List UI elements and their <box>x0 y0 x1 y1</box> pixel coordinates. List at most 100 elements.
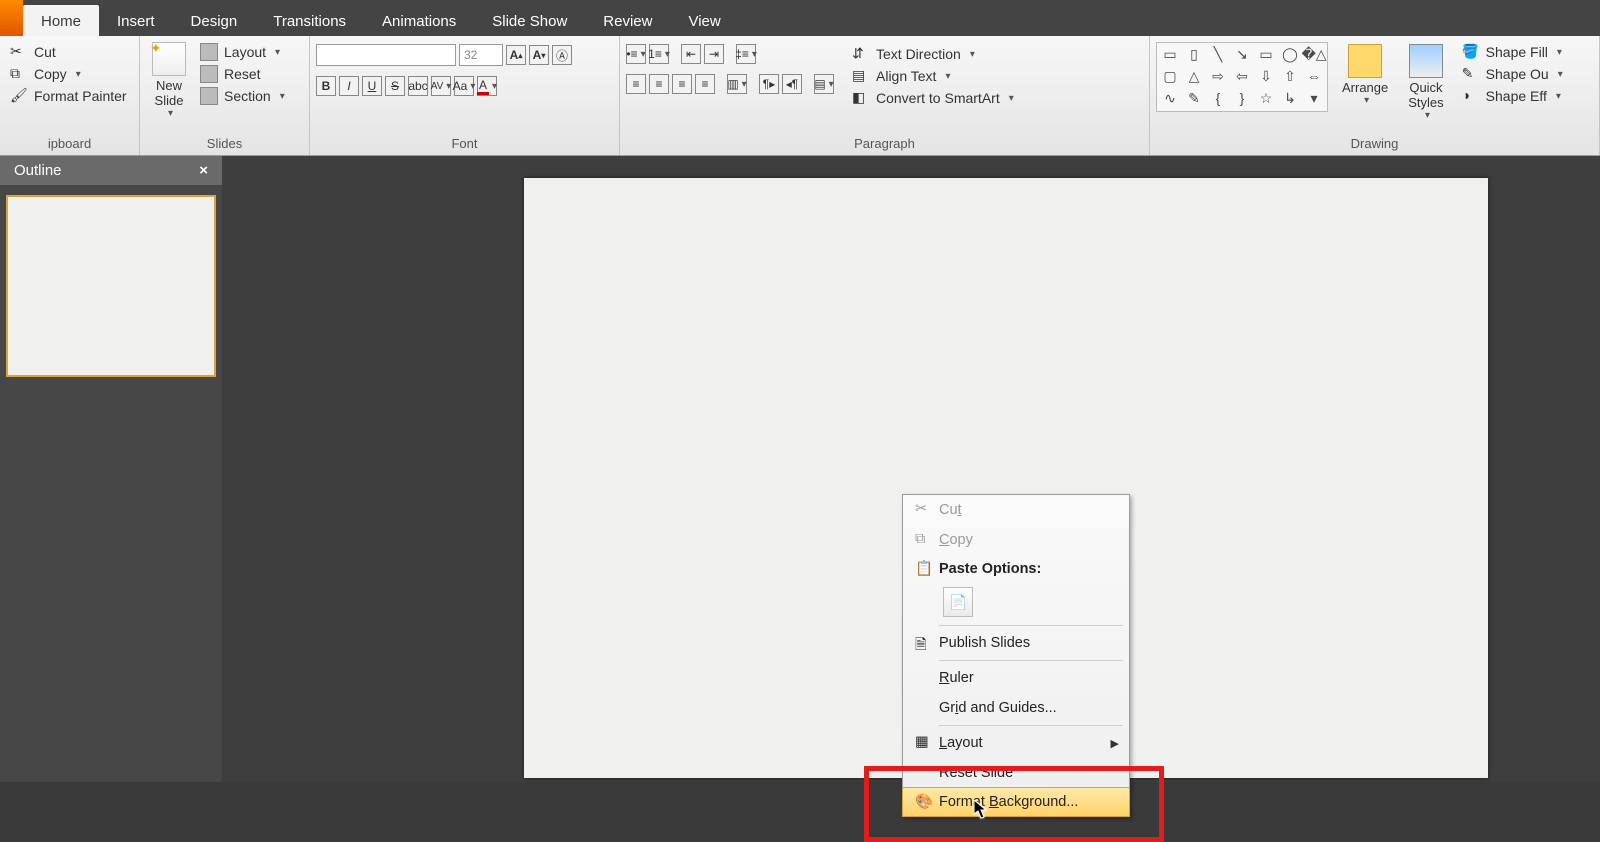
cut-label: Cut <box>34 44 56 60</box>
format-painter-button[interactable]: 🖌 Format Painter <box>6 86 131 106</box>
copy-button[interactable]: ⧉ Copy <box>6 64 131 84</box>
submenu-arrow-icon: ▶ <box>1111 737 1119 750</box>
shape-star-icon[interactable]: ☆ <box>1255 89 1277 107</box>
strike-button[interactable]: S <box>385 76 405 96</box>
align-vert-button[interactable]: ▤ <box>814 74 834 94</box>
decrease-indent-button[interactable]: ⇤ <box>681 44 701 64</box>
shape-larrow-icon[interactable]: ⇦ <box>1231 67 1253 85</box>
grow-font-button[interactable]: A▴ <box>506 45 526 65</box>
shape-brace-icon[interactable]: { <box>1207 89 1229 107</box>
shape-connector-icon[interactable]: ↳ <box>1279 89 1301 107</box>
ctx-grid-guides[interactable]: Grid and Guides... <box>903 693 1129 723</box>
change-case-button[interactable]: Aa <box>454 76 474 96</box>
line-spacing-button[interactable]: ‡≡ <box>736 44 756 64</box>
tab-transitions[interactable]: Transitions <box>255 5 364 36</box>
context-menu: ✂ Cut ⧉ Copy 📋 Paste Options: 📄 🗎 Publis… <box>902 494 1130 817</box>
shape-more2-icon[interactable]: ⇔ <box>1303 67 1325 85</box>
pen-icon: ✎ <box>1462 65 1480 83</box>
ctx-ruler[interactable]: Ruler <box>903 663 1129 693</box>
shape-triangle-icon[interactable]: △ <box>1183 67 1205 85</box>
section-button[interactable]: Section <box>196 86 289 106</box>
group-font: A▴ A▾ Ⓐ B I U S abc AV Aa A Font <box>310 36 620 155</box>
new-slide-label: New Slide <box>155 78 184 108</box>
tab-design[interactable]: Design <box>173 5 256 36</box>
shape-more1-icon[interactable]: �△ <box>1303 45 1325 63</box>
shadow-button[interactable]: abc <box>408 76 428 96</box>
ctx-reset-slide[interactable]: Reset Slide <box>903 758 1129 788</box>
align-left-button[interactable]: ≡ <box>626 74 646 94</box>
font-size-combo[interactable] <box>459 44 503 66</box>
workspace: Outline × ✂ Cut ⧉ Copy 📋 Paste Options: … <box>0 156 1600 782</box>
shape-free-icon[interactable]: ✎ <box>1183 89 1205 107</box>
tab-slideshow[interactable]: Slide Show <box>474 5 585 36</box>
justify-button[interactable]: ≡ <box>695 74 715 94</box>
align-center-button[interactable]: ≡ <box>649 74 669 94</box>
shape-roundrect-icon[interactable]: ▢ <box>1159 67 1181 85</box>
slide-thumbnail-1[interactable] <box>6 195 216 377</box>
convert-smartart-button[interactable]: ◧ Convert to SmartArt <box>848 88 1018 108</box>
bullets-button[interactable]: •≡ <box>626 44 646 64</box>
smartart-icon: ◧ <box>852 89 870 107</box>
ctx-paste-options-label: Paste Options: <box>939 561 1119 577</box>
shape-textbox-icon[interactable]: ▭ <box>1159 45 1181 63</box>
cut-button[interactable]: ✂ Cut <box>6 42 131 62</box>
numbering-button[interactable]: 1≡ <box>649 44 669 64</box>
ltr-button[interactable]: ¶▸ <box>759 74 779 94</box>
shrink-font-button[interactable]: A▾ <box>529 45 549 65</box>
shape-rarrow-icon[interactable]: ⇨ <box>1207 67 1229 85</box>
shape-outline-button[interactable]: ✎ Shape Ou <box>1458 64 1567 84</box>
shape-uarrow-icon[interactable]: ⇧ <box>1279 67 1301 85</box>
shape-effects-button[interactable]: ◑ Shape Eff <box>1458 86 1567 106</box>
clear-formatting-button[interactable]: Ⓐ <box>552 45 572 65</box>
tab-review[interactable]: Review <box>585 5 670 36</box>
paste-option-button[interactable]: 📄 <box>943 587 973 617</box>
align-text-button[interactable]: ▤ Align Text <box>848 66 1018 86</box>
clipboard-icon: 📋 <box>915 560 933 578</box>
tab-view[interactable]: View <box>670 5 738 36</box>
shape-curve-icon[interactable]: ∿ <box>1159 89 1181 107</box>
format-bg-icon: 🎨 <box>915 793 933 811</box>
close-pane-icon[interactable]: × <box>199 162 208 179</box>
shape-darrow-icon[interactable]: ⇩ <box>1255 67 1277 85</box>
shape-line-icon[interactable]: ╲ <box>1207 45 1229 63</box>
app-button[interactable] <box>0 0 23 36</box>
text-direction-button[interactable]: ⇵ Text Direction <box>848 44 1018 64</box>
outline-tab-label[interactable]: Outline <box>14 162 62 179</box>
italic-button[interactable]: I <box>339 76 359 96</box>
shape-gallery-more-icon[interactable]: ▾ <box>1303 89 1325 107</box>
arrange-button[interactable]: Arrange <box>1336 42 1394 108</box>
reset-button[interactable]: Reset <box>196 64 289 84</box>
shapes-gallery[interactable]: ▭ ▯ ╲ ↘ ▭ ◯ �△ ▢ △ ⇨ ⇦ ⇩ ⇧ ⇔ ∿ ✎ { } ☆ ↳ <box>1156 42 1328 112</box>
shape-vtextbox-icon[interactable]: ▯ <box>1183 45 1205 63</box>
new-slide-button[interactable]: ✦ New Slide <box>146 40 192 121</box>
ctx-publish-slides[interactable]: 🗎 Publish Slides <box>903 628 1129 658</box>
tab-animations[interactable]: Animations <box>364 5 474 36</box>
scissors-icon: ✂ <box>915 501 933 519</box>
tab-insert[interactable]: Insert <box>99 5 173 36</box>
shape-brace2-icon[interactable]: } <box>1231 89 1253 107</box>
group-clipboard-label: ipboard <box>0 134 139 155</box>
shape-oval-icon[interactable]: ◯ <box>1279 45 1301 63</box>
ctx-format-background[interactable]: 🎨 Format Background... <box>902 787 1130 817</box>
group-paragraph-label: Paragraph <box>620 134 1149 155</box>
shape-rect-icon[interactable]: ▭ <box>1255 45 1277 63</box>
quick-styles-button[interactable]: Quick Styles <box>1402 42 1449 123</box>
rtl-button[interactable]: ◂¶ <box>782 74 802 94</box>
shape-fill-button[interactable]: 🪣 Shape Fill <box>1458 42 1567 62</box>
char-spacing-button[interactable]: AV <box>431 76 451 96</box>
underline-button[interactable]: U <box>362 76 382 96</box>
columns-button[interactable]: ▥ <box>727 74 747 94</box>
layout-button[interactable]: Layout <box>196 42 289 62</box>
paintbrush-icon: 🖌 <box>10 87 28 105</box>
layout-icon: ▦ <box>915 734 933 752</box>
font-name-combo[interactable] <box>316 44 456 66</box>
shape-arrowline-icon[interactable]: ↘ <box>1231 45 1253 63</box>
bold-button[interactable]: B <box>316 76 336 96</box>
ctx-layout[interactable]: ▦ Layout ▶ <box>903 728 1129 758</box>
slide-canvas-area[interactable]: ✂ Cut ⧉ Copy 📋 Paste Options: 📄 🗎 Publis… <box>222 156 1600 782</box>
increase-indent-button[interactable]: ⇥ <box>704 44 724 64</box>
align-right-button[interactable]: ≡ <box>672 74 692 94</box>
font-color-button[interactable]: A <box>477 76 497 96</box>
tab-home[interactable]: Home <box>23 5 99 36</box>
copy-icon: ⧉ <box>915 531 933 549</box>
